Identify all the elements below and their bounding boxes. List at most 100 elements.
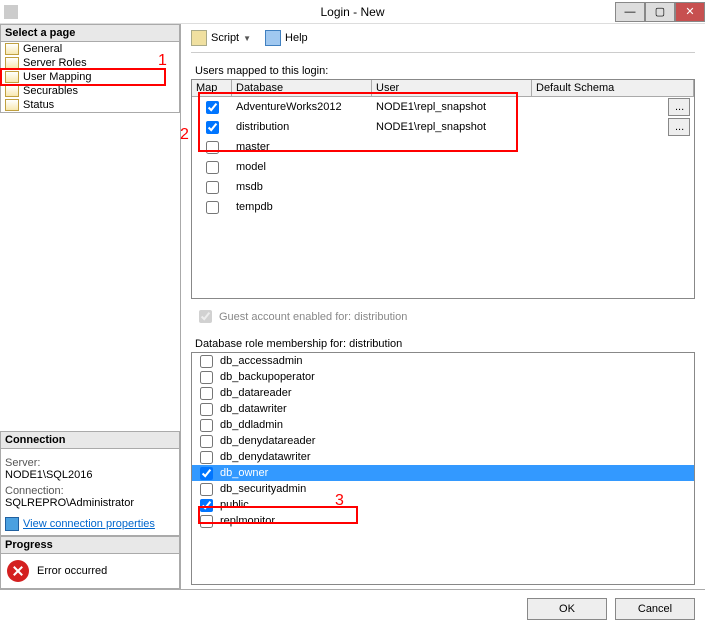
- error-icon: [7, 560, 29, 582]
- table-row[interactable]: master: [192, 137, 694, 157]
- role-name: db_securityadmin: [220, 483, 306, 495]
- script-dropdown-icon[interactable]: ▼: [243, 34, 251, 43]
- role-row[interactable]: db_datareader: [192, 385, 694, 401]
- properties-icon: [5, 517, 19, 531]
- page-icon: [5, 57, 19, 69]
- right-pane: Script ▼ Help Users mapped to this login…: [180, 24, 705, 589]
- role-row[interactable]: replmonitor: [192, 513, 694, 529]
- role-row[interactable]: db_owner: [192, 465, 694, 481]
- role-checkbox[interactable]: [200, 467, 213, 480]
- roles-list[interactable]: db_accessadmin db_backupoperator db_datare…: [191, 352, 695, 585]
- annotation-2: 2: [180, 126, 189, 144]
- window-title: Login - New: [320, 5, 384, 19]
- role-row[interactable]: db_securityadmin: [192, 481, 694, 497]
- table-row[interactable]: AdventureWorks2012NODE1\repl_snapshot...: [192, 97, 694, 117]
- progress-status: Error occurred: [37, 565, 107, 577]
- schema-browse-button[interactable]: ...: [668, 118, 690, 136]
- map-checkbox[interactable]: [206, 181, 219, 194]
- table-row[interactable]: model: [192, 157, 694, 177]
- view-connection-link[interactable]: View connection properties: [23, 518, 155, 530]
- close-button[interactable]: ✕: [675, 2, 705, 22]
- db-cell: tempdb: [232, 201, 372, 213]
- page-icon: [5, 99, 19, 111]
- guest-label: Guest account enabled for: distribution: [219, 311, 407, 323]
- toolbar: Script ▼ Help: [191, 30, 695, 53]
- page-item-server-roles[interactable]: Server Roles: [1, 56, 179, 70]
- table-row[interactable]: tempdb: [192, 197, 694, 217]
- mapping-caption: Users mapped to this login:: [195, 65, 695, 77]
- ok-button[interactable]: OK: [527, 598, 607, 620]
- mapping-grid: Map Database User Default Schema Adventu…: [191, 79, 695, 299]
- user-cell: NODE1\repl_snapshot: [372, 121, 532, 133]
- roles-caption: Database role membership for: distributi…: [195, 338, 695, 350]
- app-icon: [4, 5, 18, 19]
- map-checkbox[interactable]: [206, 121, 219, 134]
- titlebar: Login - New — ▢ ✕: [0, 0, 705, 24]
- role-name: db_denydatareader: [220, 435, 315, 447]
- role-checkbox[interactable]: [200, 371, 213, 384]
- db-cell: msdb: [232, 181, 372, 193]
- map-checkbox[interactable]: [206, 141, 219, 154]
- button-bar: OK Cancel: [0, 589, 705, 628]
- role-name: db_denydatawriter: [220, 451, 311, 463]
- table-row[interactable]: distributionNODE1\repl_snapshot...: [192, 117, 694, 137]
- role-checkbox[interactable]: [200, 499, 213, 512]
- role-checkbox[interactable]: [200, 419, 213, 432]
- role-row[interactable]: public: [192, 497, 694, 513]
- page-icon: [5, 71, 19, 83]
- role-row[interactable]: db_accessadmin: [192, 353, 694, 369]
- annotation-1: 1: [158, 52, 167, 70]
- role-checkbox[interactable]: [200, 435, 213, 448]
- role-row[interactable]: db_datawriter: [192, 401, 694, 417]
- page-icon: [5, 43, 19, 55]
- page-list: General Server Roles User Mapping Secura…: [0, 42, 180, 113]
- connection-value: SQLREPRO\Administrator: [5, 497, 175, 509]
- role-row[interactable]: db_backupoperator: [192, 369, 694, 385]
- page-item-user-mapping[interactable]: User Mapping: [1, 70, 179, 84]
- schema-browse-button[interactable]: ...: [668, 98, 690, 116]
- db-cell: distribution: [232, 121, 372, 133]
- server-label: Server:: [5, 457, 175, 469]
- script-button[interactable]: Script: [211, 32, 239, 44]
- role-name: db_backupoperator: [220, 371, 315, 383]
- page-item-status[interactable]: Status: [1, 98, 179, 112]
- left-pane: Select a page General Server Roles User …: [0, 24, 180, 589]
- db-cell: model: [232, 161, 372, 173]
- role-checkbox[interactable]: [200, 403, 213, 416]
- role-checkbox[interactable]: [200, 451, 213, 464]
- minimize-button[interactable]: —: [615, 2, 645, 22]
- role-name: public: [220, 499, 249, 511]
- role-name: db_accessadmin: [220, 355, 303, 367]
- col-schema[interactable]: Default Schema: [532, 80, 694, 96]
- page-icon: [5, 85, 19, 97]
- script-icon: [191, 30, 207, 46]
- col-database[interactable]: Database: [232, 80, 372, 96]
- role-row[interactable]: db_denydatawriter: [192, 449, 694, 465]
- help-button[interactable]: Help: [285, 32, 308, 44]
- col-map[interactable]: Map: [192, 80, 232, 96]
- map-checkbox[interactable]: [206, 101, 219, 114]
- help-icon: [265, 30, 281, 46]
- role-checkbox[interactable]: [200, 387, 213, 400]
- maximize-button[interactable]: ▢: [645, 2, 675, 22]
- role-row[interactable]: db_ddladmin: [192, 417, 694, 433]
- cancel-button[interactable]: Cancel: [615, 598, 695, 620]
- progress-header: Progress: [0, 536, 180, 554]
- role-name: db_ddladmin: [220, 419, 283, 431]
- role-name: db_owner: [220, 467, 268, 479]
- role-checkbox[interactable]: [200, 515, 213, 528]
- page-item-general[interactable]: General: [1, 42, 179, 56]
- table-row[interactable]: msdb: [192, 177, 694, 197]
- role-checkbox[interactable]: [200, 483, 213, 496]
- role-checkbox[interactable]: [200, 355, 213, 368]
- db-cell: AdventureWorks2012: [232, 101, 372, 113]
- db-cell: master: [232, 141, 372, 153]
- col-user[interactable]: User: [372, 80, 532, 96]
- role-row[interactable]: db_denydatareader: [192, 433, 694, 449]
- map-checkbox[interactable]: [206, 201, 219, 214]
- page-item-securables[interactable]: Securables: [1, 84, 179, 98]
- map-checkbox[interactable]: [206, 161, 219, 174]
- progress-panel: Error occurred: [0, 554, 180, 589]
- user-cell: NODE1\repl_snapshot: [372, 101, 532, 113]
- guest-checkbox-row: Guest account enabled for: distribution: [195, 307, 695, 326]
